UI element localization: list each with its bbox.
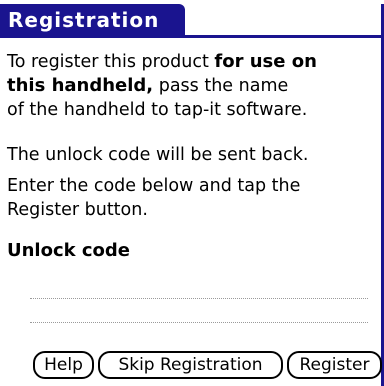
skip-registration-button[interactable]: Skip Registration xyxy=(98,351,283,379)
instructions-line-6: Register button. xyxy=(7,200,148,220)
instructions-line-4: The unlock code will be sent back. xyxy=(7,145,309,165)
instructions-paragraph-1: To register this product for use on this… xyxy=(7,50,317,122)
instructions-line-1: To register this product for use on xyxy=(7,50,317,74)
instructions-line-1-bold: for use on xyxy=(214,51,317,72)
instructions-line-2: this handheld, pass the name xyxy=(7,74,317,98)
instructions-line-1-text: To register this product xyxy=(7,52,215,72)
title-tab: Registration xyxy=(0,4,185,38)
instructions-line-5: Enter the code below and tap the xyxy=(7,176,301,196)
unlock-code-label: Unlock code xyxy=(7,240,131,261)
register-button[interactable]: Register xyxy=(287,351,382,379)
registration-dialog: Registration To register this product fo… xyxy=(0,0,384,386)
instructions-paragraph-3: Enter the code below and tap the Registe… xyxy=(7,174,300,222)
help-button[interactable]: Help xyxy=(33,351,94,379)
dialog-title: Registration xyxy=(8,8,160,32)
instructions-line-2-text: pass the name xyxy=(153,76,289,96)
unlock-code-field-line-1[interactable] xyxy=(30,276,368,298)
title-bar: Registration xyxy=(0,4,384,38)
unlock-code-underline-2 xyxy=(30,322,368,323)
instructions-line-3: of the handheld to tap-it software. xyxy=(7,100,308,120)
unlock-code-field-line-2[interactable] xyxy=(30,300,368,322)
unlock-code-underline-1 xyxy=(30,298,368,299)
instructions-line-2-bold: this handheld, xyxy=(7,75,154,96)
title-underline xyxy=(0,35,384,38)
instructions-paragraph-2: The unlock code will be sent back. xyxy=(7,143,308,167)
